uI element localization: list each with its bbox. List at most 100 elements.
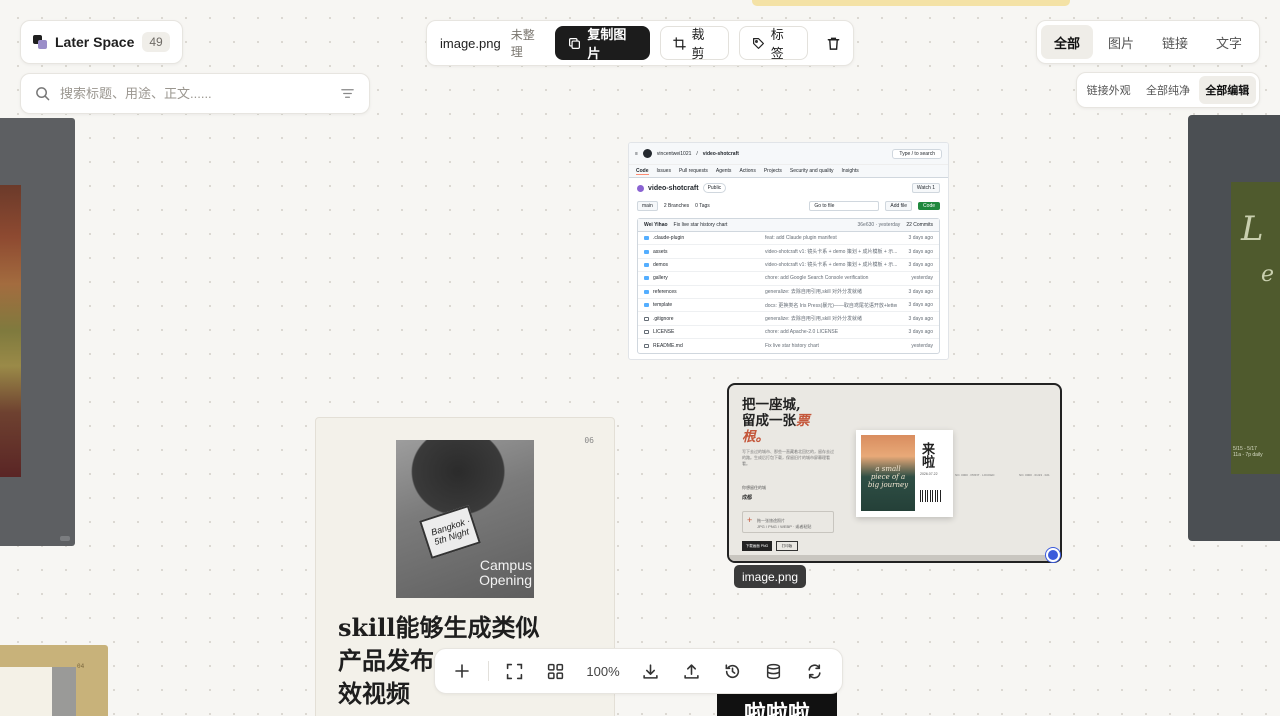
sync-icon (806, 663, 823, 680)
ticket-download-button: 下载画面 PNG (742, 541, 772, 551)
add-button[interactable] (445, 654, 480, 688)
search-input[interactable] (60, 86, 330, 101)
ticket-description: 写下去过的城市、那些一直藏着北回忆的，留存去过的路。生成后打包下载，保留旧片的城… (742, 449, 834, 466)
view-tab-link-appearance[interactable]: 链接外观 (1080, 76, 1137, 104)
commits-count: 22 Commits (906, 222, 933, 228)
view-tab-all-pure[interactable]: 全部纯净 (1139, 76, 1196, 104)
folder-icon (644, 249, 649, 254)
grid-layout-button[interactable] (538, 654, 573, 688)
crop-button[interactable]: 裁剪 (659, 26, 729, 61)
canvas-card-ticket-selected[interactable]: 把一座城, 留成一张票 根。 写下去过的城市、那些一直藏着北回忆的，留存去过的路… (727, 383, 1062, 563)
copy-icon (568, 37, 581, 50)
crop-icon (672, 36, 686, 50)
search-icon (35, 86, 50, 101)
github-file-row: gallery chore: add Google Search Console … (638, 272, 939, 286)
share-button[interactable] (674, 654, 709, 688)
zoom-level[interactable]: 100% (579, 664, 628, 679)
watch-button: Watch 1 (911, 183, 940, 193)
tag-button[interactable]: 标签 (738, 26, 808, 61)
file-icon (644, 329, 649, 334)
view-mode-tabs: 链接外观 全部纯净 全部编辑 (1076, 72, 1260, 108)
file-time: 3 days ago (908, 235, 933, 242)
photo-caption: Campus Opening (479, 558, 532, 588)
brand-panel: Later Space 49 (20, 20, 183, 64)
card-inner-image-2 (52, 667, 76, 716)
github-file-row: .claude-plugin feat: add Claude plugin ma… (638, 232, 939, 246)
fit-view-button[interactable] (497, 654, 532, 688)
download-button[interactable] (633, 654, 668, 688)
github-nav: Code Issues Pull requests Agents Actions… (629, 165, 948, 178)
github-repo-title: video-shotcraft Public Watch 1 (629, 178, 948, 198)
folder-icon (644, 276, 649, 281)
storage-button[interactable] (756, 654, 791, 688)
file-icon (644, 316, 649, 321)
ticket-bottom-strip (729, 555, 1060, 561)
selected-card-label: image.png (734, 565, 807, 588)
selection-toolbar: image.png 未整理 复制图片 裁剪 标签 (426, 20, 854, 66)
canvas-card-bottom-left[interactable]: 04 (0, 645, 108, 716)
copy-image-button[interactable]: 复制图片 (555, 26, 650, 61)
card-number: 04 (77, 663, 85, 670)
app-title: Later Space (55, 34, 135, 50)
poster-script-letter: L (1241, 209, 1264, 249)
canvas-card-black[interactable]: 啦啦啦 (717, 692, 837, 716)
folder-icon (644, 236, 649, 241)
file-commit-message: Fix live star history chart (765, 342, 819, 349)
file-commit-message: chore: add Apache-2.0 LICENSE (765, 328, 839, 335)
repo-name-breadcrumb: video-shotcraft (702, 150, 739, 157)
file-name: template (653, 302, 673, 309)
status-badge[interactable]: 未整理 (511, 26, 546, 60)
photo-caption-line1: Campus (479, 557, 532, 573)
github-branch-bar: main 2 Branches 0 Tags Go to file Add fi… (629, 198, 948, 214)
resize-handle[interactable] (60, 536, 70, 541)
ticket-art-text: a small piece of a big journey (867, 465, 909, 489)
crop-label: 裁剪 (691, 27, 705, 61)
ticket-codes-1: NO. 0000 · PRINT · LOCKED (955, 473, 995, 477)
visibility-badge: Public (702, 183, 727, 193)
file-time: 3 days ago (908, 261, 933, 268)
github-header: ≡ vincentwei1021 / video-shotcraft Type … (629, 143, 948, 165)
trash-icon (826, 36, 841, 51)
partial-card-top[interactable] (752, 0, 1070, 6)
dock-divider (487, 661, 489, 681)
github-nav-pulls: Pull requests (678, 168, 708, 174)
repo-owner: vincentwei1021 (656, 150, 692, 157)
file-name: gallery (653, 275, 668, 282)
history-button[interactable] (715, 654, 750, 688)
canvas-card-poster-olive[interactable]: L e 5/15 - 5/17 11a - 7p daily (1188, 115, 1280, 541)
delete-button[interactable] (818, 26, 849, 60)
github-nav-security: Security and quality (789, 168, 834, 174)
card-inner-image (0, 667, 52, 716)
ticket-headline: 把一座城, 留成一张票 根。 (742, 397, 810, 445)
tag-label: 标签 (770, 27, 784, 61)
branches-count: 2 Branches (663, 203, 690, 209)
plus-icon (454, 663, 470, 679)
repo-title: video-shotcraft (648, 184, 699, 192)
file-commit-message: video-shotcraft v1: 镜头卡系 + demo 策划 + 成片模… (765, 262, 897, 269)
resize-handle-selected[interactable] (1046, 548, 1060, 562)
filter-icon[interactable] (340, 86, 355, 101)
filter-tab-link[interactable]: 链接 (1149, 25, 1201, 59)
file-commit-message: video-shotcraft v1: 镜头卡系 + demo 策划 + 成片模… (765, 249, 897, 256)
file-name: assets (653, 248, 668, 255)
ticket-art: a small piece of a big journey (861, 435, 915, 511)
olive-poster-image: L e 5/15 - 5/17 11a - 7p daily (1231, 182, 1280, 474)
view-tab-all-edit[interactable]: 全部编辑 (1198, 76, 1256, 104)
tag-icon (752, 37, 765, 50)
plus-icon: + (747, 515, 753, 525)
path-separator: / (696, 150, 698, 157)
github-file-row: README.md Fix live star history chart yest… (638, 339, 939, 352)
file-name: .gitignore (653, 315, 674, 322)
canvas-card-painting[interactable] (0, 118, 75, 546)
download-icon (642, 663, 659, 680)
database-icon (765, 663, 782, 680)
folder-icon (644, 303, 649, 308)
filter-tab-all[interactable]: 全部 (1041, 25, 1093, 59)
github-file-row: references generalize: 去除自用引用,skill 对外分发就… (638, 286, 939, 299)
canvas-card-github-screenshot[interactable]: ≡ vincentwei1021 / video-shotcraft Type … (628, 142, 949, 360)
filter-tab-image[interactable]: 图片 (1095, 25, 1147, 59)
sync-button[interactable] (797, 654, 832, 688)
file-name: README.md (653, 342, 683, 349)
poster-photo: Bangkok · 5th Night Campus Opening (396, 440, 534, 598)
filter-tab-text[interactable]: 文字 (1203, 25, 1255, 59)
